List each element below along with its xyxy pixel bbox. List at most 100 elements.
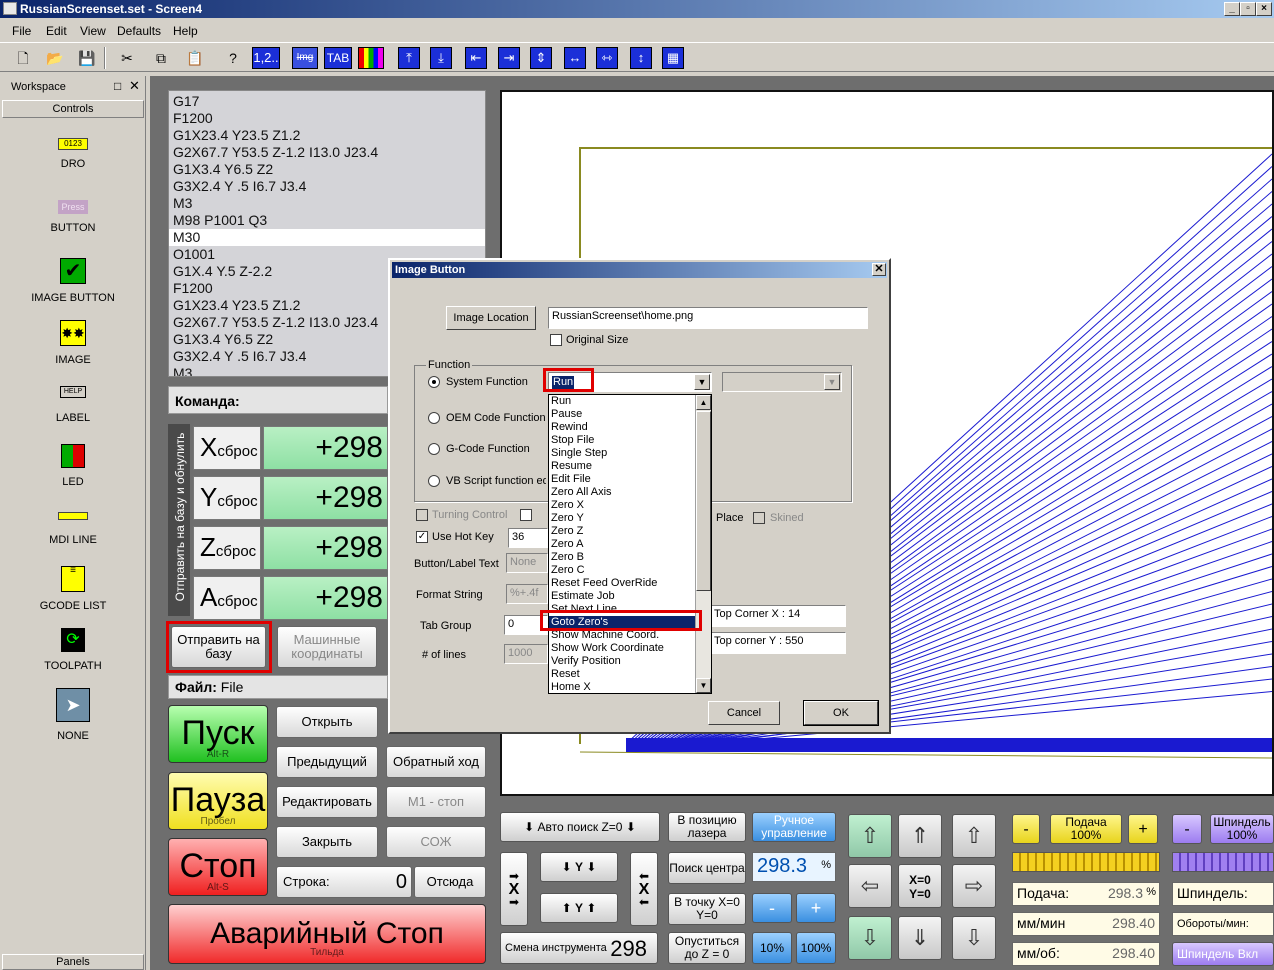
y-minus-button[interactable]: ⬇ Y ⬇ bbox=[540, 852, 618, 882]
goto-xy-zero-button[interactable]: В точку X=0 Y=0 bbox=[668, 893, 746, 925]
menu-defaults[interactable]: Defaults bbox=[117, 24, 161, 38]
open-file-button[interactable]: Открыть bbox=[276, 706, 378, 738]
hotkey-field[interactable]: 36 bbox=[508, 528, 548, 548]
dropdown-option[interactable]: Estimate Job bbox=[549, 590, 695, 603]
find-center-button[interactable]: Поиск центра bbox=[668, 852, 746, 884]
dropdown-option[interactable]: Zero A bbox=[549, 538, 695, 551]
close-button[interactable]: × bbox=[1256, 2, 1272, 16]
dropdown-option[interactable]: Edit File bbox=[549, 473, 695, 486]
save-icon[interactable]: 💾 bbox=[76, 47, 98, 69]
jog-100-percent-button[interactable]: 100% bbox=[796, 932, 836, 964]
space-vertical-icon[interactable]: ↕ bbox=[630, 47, 652, 69]
a-minus-icon[interactable]: ⇩ bbox=[848, 916, 892, 960]
dropdown-option[interactable]: Rewind bbox=[549, 421, 695, 434]
chevron-down-icon[interactable]: ▼ bbox=[824, 374, 840, 390]
align-right-icon[interactable]: ⇥ bbox=[498, 47, 520, 69]
reset-y-button[interactable]: Yсброс bbox=[193, 476, 261, 520]
dropdown-option[interactable]: Verify Position bbox=[549, 655, 695, 668]
color-bars-icon[interactable] bbox=[358, 47, 384, 69]
grid-icon[interactable]: ▦ bbox=[662, 47, 684, 69]
system-function-radio[interactable] bbox=[428, 376, 440, 388]
x-jog-button[interactable]: ➡ X ➡ bbox=[500, 852, 528, 926]
use-hotkey-checkbox[interactable]: ✓ bbox=[416, 531, 428, 543]
m1-stop-button[interactable]: M1 - стоп bbox=[386, 786, 486, 818]
control-label[interactable]: HELP LABEL bbox=[2, 386, 144, 424]
original-size-checkbox[interactable] bbox=[550, 334, 562, 346]
z-up-icon[interactable]: ⇧ bbox=[952, 814, 996, 858]
x-left-icon[interactable]: ⇦ bbox=[848, 864, 892, 908]
manual-control-button[interactable]: Ручное управление bbox=[752, 812, 836, 842]
control-gcode-list[interactable]: ≡ GCODE LIST bbox=[2, 566, 144, 613]
control-dro[interactable]: 0123 DRO bbox=[2, 138, 144, 170]
menu-file[interactable]: File bbox=[12, 24, 31, 38]
reset-x-button[interactable]: Xсброс bbox=[193, 426, 261, 470]
image-path-field[interactable]: RussianScreenset\home.png bbox=[548, 307, 868, 329]
run-from-here-button[interactable]: Отсюда bbox=[414, 866, 486, 898]
dropdown-option[interactable]: Stop File bbox=[549, 434, 695, 447]
machine-coords-button[interactable]: Машинные координаты bbox=[277, 626, 377, 668]
align-bottom-icon[interactable]: ⤓ bbox=[430, 47, 452, 69]
spindle-reset-button[interactable]: Шпиндель 100% bbox=[1210, 814, 1274, 844]
x-minus-button[interactable]: ⬅ X ⬅ bbox=[630, 852, 658, 926]
vb-function-radio[interactable] bbox=[428, 475, 440, 487]
dropdown-option[interactable]: Zero All Axis bbox=[549, 486, 695, 499]
xy-zero-button[interactable]: X=0 Y=0 bbox=[898, 864, 942, 908]
control-none[interactable]: ➤ NONE bbox=[2, 688, 144, 742]
dro-side-button[interactable]: Отправить на базу и обнулить bbox=[168, 424, 190, 616]
new-file-icon[interactable]: 🗋 bbox=[12, 47, 34, 69]
rewind-button[interactable]: Обратный ход bbox=[386, 746, 486, 778]
center-horizontal-icon[interactable]: ↔ bbox=[564, 47, 586, 69]
control-led[interactable]: LED bbox=[2, 444, 144, 488]
top-corner-y-field[interactable]: Top corner Y : 550 bbox=[710, 632, 846, 654]
z-down-icon[interactable]: ⇩ bbox=[952, 916, 996, 960]
secondary-select[interactable]: ▼ bbox=[722, 372, 842, 392]
menu-help[interactable]: Help bbox=[173, 24, 198, 38]
reset-z-button[interactable]: Zсброс bbox=[193, 526, 261, 570]
spindle-on-button[interactable]: Шпиндель Вкл bbox=[1172, 942, 1274, 966]
space-horizontal-icon[interactable]: ⇿ bbox=[596, 47, 618, 69]
chevron-down-icon[interactable]: ▼ bbox=[694, 374, 710, 390]
reset-a-button[interactable]: Aсброс bbox=[193, 576, 261, 620]
help-icon[interactable]: ? bbox=[222, 47, 244, 69]
dropdown-option[interactable]: Zero Z bbox=[549, 525, 695, 538]
dropdown-option[interactable]: Zero B bbox=[549, 551, 695, 564]
lower-to-z-zero-button[interactable]: Опуститься до Z = 0 bbox=[668, 932, 746, 964]
top-corner-x-field[interactable]: Top Corner X : 14 bbox=[710, 605, 846, 627]
controls-tab[interactable]: Controls bbox=[2, 100, 144, 118]
control-toolpath[interactable]: ⟳ TOOLPATH bbox=[2, 628, 144, 672]
close-file-button[interactable]: Закрыть bbox=[276, 826, 378, 858]
dro-a-value[interactable]: +298 bbox=[263, 576, 388, 620]
y-plus-button[interactable]: ⬆ Y ⬆ bbox=[540, 893, 618, 923]
open-folder-icon[interactable]: 📂 bbox=[44, 47, 66, 69]
oem-function-radio[interactable] bbox=[428, 412, 440, 424]
panels-tab[interactable]: Panels bbox=[2, 954, 144, 970]
control-image[interactable]: ✸✸ IMAGE bbox=[2, 320, 144, 366]
jog-rate-field[interactable]: 298.3 % bbox=[752, 852, 836, 882]
button-text-field[interactable]: None bbox=[506, 553, 548, 573]
restore-icon[interactable]: □ bbox=[114, 79, 121, 93]
edit-file-button[interactable]: Редактировать bbox=[276, 786, 378, 818]
ok-button[interactable]: OK bbox=[803, 700, 879, 726]
feed-plus-button[interactable]: + bbox=[1128, 814, 1158, 844]
align-top-icon[interactable]: ⤒ bbox=[398, 47, 420, 69]
dropdown-option[interactable]: Show Work Coordinate bbox=[549, 642, 695, 655]
dropdown-scrollbar[interactable]: ▲ ▼ bbox=[695, 395, 711, 693]
image-location-button[interactable]: Image Location bbox=[446, 306, 536, 330]
scroll-up-icon[interactable]: ▲ bbox=[696, 395, 711, 410]
cut-icon[interactable]: ✂ bbox=[116, 47, 138, 69]
close-panel-icon[interactable]: ✕ bbox=[129, 78, 140, 94]
dro-x-value[interactable]: +298 bbox=[263, 426, 388, 470]
dropdown-option[interactable]: Pause bbox=[549, 408, 695, 421]
turning-control-checkbox[interactable] bbox=[416, 509, 428, 521]
y-up-icon[interactable]: ⇑ bbox=[898, 814, 942, 858]
goto-line-field[interactable]: Строка: 0 bbox=[276, 866, 412, 898]
feed-override-bar[interactable] bbox=[1012, 852, 1160, 872]
x-right-icon[interactable]: ⇨ bbox=[952, 864, 996, 908]
feed-reset-button[interactable]: Подача 100% bbox=[1050, 814, 1122, 844]
dropdown-option[interactable]: Run bbox=[549, 395, 695, 408]
menu-view[interactable]: View bbox=[80, 24, 106, 38]
image-toggle-icon[interactable]: Img bbox=[292, 47, 318, 69]
feed-minus-button[interactable]: - bbox=[1012, 814, 1040, 844]
align-left-icon[interactable]: ⇤ bbox=[465, 47, 487, 69]
start-button[interactable]: Пуск Alt-R bbox=[168, 705, 268, 763]
